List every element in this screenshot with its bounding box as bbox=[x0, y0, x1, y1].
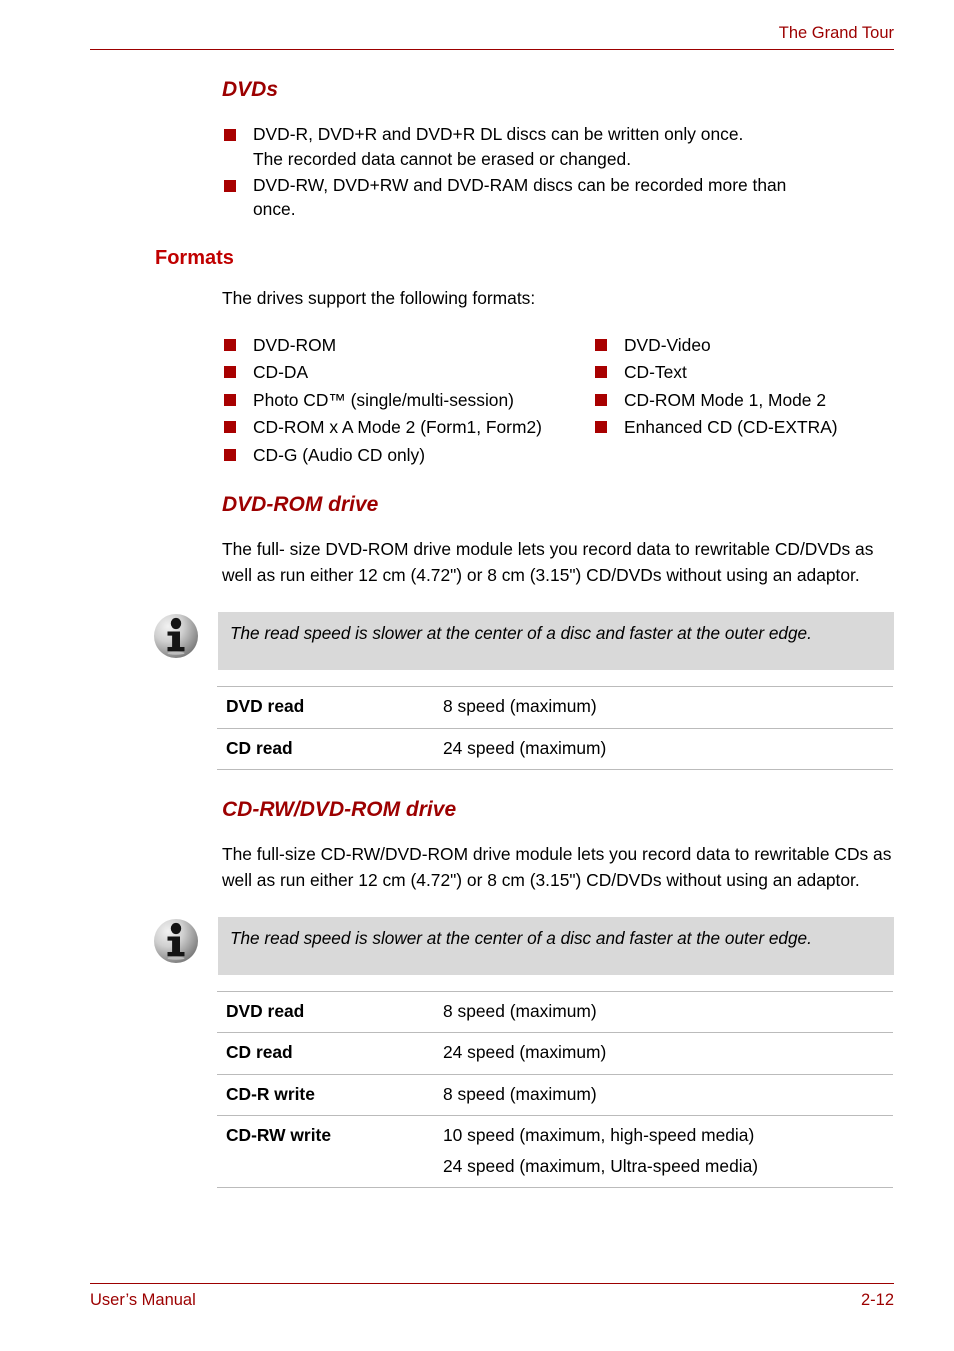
spec-label: CD read bbox=[226, 1042, 293, 1063]
list-item-label: DVD-R, DVD+R and DVD+R DL discs can be w… bbox=[253, 124, 744, 169]
spec-table-cdrw-dvd-rom: DVD read 8 speed (maximum) CD read 24 sp… bbox=[217, 991, 893, 1188]
square-bullet-icon bbox=[224, 448, 236, 461]
square-bullet-icon bbox=[224, 179, 236, 192]
note-body: The read speed is slower at the center o… bbox=[218, 612, 894, 671]
spec-value: 24 speed (maximum) bbox=[434, 1033, 893, 1074]
spec-label: CD read bbox=[226, 737, 293, 758]
spec-label: DVD read bbox=[226, 1001, 305, 1022]
note-text: The read speed is slower at the center o… bbox=[230, 623, 812, 644]
format-item: CD-DA bbox=[224, 359, 595, 385]
header-divider bbox=[90, 48, 894, 50]
spec-value: 8 speed (maximum) bbox=[434, 687, 893, 728]
table-row: DVD read 8 speed (maximum) bbox=[217, 686, 893, 729]
formats-intro-text: The drives support the following formats… bbox=[222, 287, 536, 308]
spec-value-line: 24 speed (maximum) bbox=[443, 737, 607, 758]
section-heading-formats: Formats bbox=[155, 246, 234, 269]
table-row: Photo CD™ (single/multi-session) CD-ROM … bbox=[224, 387, 904, 415]
format-item: CD-ROM Mode 1, Mode 2 bbox=[595, 387, 904, 413]
format-item: Photo CD™ (single/multi-session) bbox=[224, 387, 595, 413]
format-item-label: Enhanced CD (CD-EXTRA) bbox=[624, 417, 838, 438]
spec-value-line: 8 speed (maximum) bbox=[443, 1001, 597, 1022]
note-box-cdrw-dvd-rom: The read speed is slower at the center o… bbox=[152, 917, 894, 976]
table-row: CD-DA CD-Text bbox=[224, 359, 904, 387]
info-icon bbox=[152, 612, 200, 660]
square-bullet-icon bbox=[224, 338, 236, 351]
format-item: CD-ROM x A Mode 2 (Form1, Form2) bbox=[224, 414, 595, 440]
list-item: DVD-RW, DVD+RW and DVD-RAM discs can be … bbox=[224, 173, 894, 222]
square-bullet-icon bbox=[595, 421, 607, 434]
spec-value: 24 speed (maximum) bbox=[434, 728, 893, 769]
table-row: CD read 24 speed (maximum) bbox=[217, 728, 893, 770]
format-item: DVD-Video bbox=[595, 332, 904, 358]
section-heading-dvd-rom-drive: DVD-ROM drive bbox=[222, 493, 379, 517]
format-item: DVD-ROM bbox=[224, 332, 595, 358]
footer-manual-label: User’s Manual bbox=[90, 1291, 196, 1309]
page-header: The Grand Tour bbox=[90, 24, 894, 50]
square-bullet-icon bbox=[224, 129, 236, 142]
note-body: The read speed is slower at the center o… bbox=[218, 917, 894, 976]
info-icon bbox=[152, 917, 200, 965]
table-row: CD-ROM x A Mode 2 (Form1, Form2) Enhance… bbox=[224, 414, 904, 442]
format-item-label: Photo CD™ (single/multi-session) bbox=[253, 389, 514, 410]
spec-value-line: 24 speed (maximum, Ultra-speed media) bbox=[443, 1156, 759, 1177]
format-item: CD-G (Audio CD only) bbox=[224, 442, 595, 468]
square-bullet-icon bbox=[224, 366, 236, 379]
list-item-label: DVD-RW, DVD+RW and DVD-RAM discs can be … bbox=[253, 174, 787, 220]
format-item: Enhanced CD (CD-EXTRA) bbox=[595, 414, 904, 440]
format-item-label: CD-DA bbox=[253, 362, 309, 383]
square-bullet-icon bbox=[224, 421, 236, 434]
format-item-label: CD-Text bbox=[624, 362, 687, 383]
dvd-rom-drive-paragraph: The full- size DVD-ROM drive module lets… bbox=[222, 539, 874, 585]
format-item-label: CD-G (Audio CD only) bbox=[253, 444, 426, 465]
format-item-label: CD-ROM x A Mode 2 (Form1, Form2) bbox=[253, 417, 542, 438]
spec-value-line: 8 speed (maximum) bbox=[443, 696, 597, 717]
note-box-dvd-rom: The read speed is slower at the center o… bbox=[152, 612, 894, 671]
table-row: CD read 24 speed (maximum) bbox=[217, 1033, 893, 1075]
table-row: CD-R write 8 speed (maximum) bbox=[217, 1074, 893, 1116]
spec-value: 8 speed (maximum) bbox=[434, 1074, 893, 1115]
spec-label: CD-RW write bbox=[226, 1124, 331, 1145]
dvds-bullet-list: DVD-R, DVD+R and DVD+R DL discs can be w… bbox=[224, 122, 894, 222]
spec-value: 10 speed (maximum, high-speed media) 24 … bbox=[434, 1115, 893, 1187]
square-bullet-icon bbox=[595, 393, 607, 406]
cdrw-dvd-rom-drive-paragraph: The full-size CD-RW/DVD-ROM drive module… bbox=[222, 843, 892, 890]
spec-label: DVD read bbox=[226, 696, 305, 717]
square-bullet-icon bbox=[595, 366, 607, 379]
square-bullet-icon bbox=[224, 393, 236, 406]
spec-table-dvd-rom: DVD read 8 speed (maximum) CD read 24 sp… bbox=[217, 686, 893, 770]
spec-value-line: 24 speed (maximum) bbox=[443, 1042, 607, 1063]
format-item-label: DVD-ROM bbox=[253, 334, 337, 355]
list-item: DVD-R, DVD+R and DVD+R DL discs can be w… bbox=[224, 122, 894, 171]
spec-value: 8 speed (maximum) bbox=[434, 992, 893, 1033]
format-item-label: DVD-Video bbox=[624, 334, 711, 355]
format-item: CD-Text bbox=[595, 359, 904, 385]
page-content: DVDs DVD-R, DVD+R and DVD+R DL discs can… bbox=[0, 78, 954, 1188]
table-row: CD-RW write 10 speed (maximum, high-spee… bbox=[217, 1115, 893, 1188]
page-footer: User’s Manual 2-12 bbox=[90, 1283, 894, 1310]
section-heading-cdrw-dvd-rom-drive: CD-RW/DVD-ROM drive bbox=[222, 797, 457, 821]
header-title: The Grand Tour bbox=[778, 24, 894, 42]
table-row: CD-G (Audio CD only) bbox=[224, 442, 904, 470]
table-row: DVD-ROM DVD-Video bbox=[224, 332, 904, 360]
format-item-label: CD-ROM Mode 1, Mode 2 bbox=[624, 389, 826, 410]
note-text: The read speed is slower at the center o… bbox=[230, 928, 812, 949]
footer-page-number: 2-12 bbox=[860, 1291, 894, 1309]
spec-value-line: 10 speed (maximum, high-speed media) bbox=[443, 1124, 755, 1145]
spec-label: CD-R write bbox=[226, 1083, 315, 1104]
section-heading-dvds: DVDs bbox=[222, 78, 279, 101]
table-row: DVD read 8 speed (maximum) bbox=[217, 991, 893, 1033]
square-bullet-icon bbox=[595, 338, 607, 351]
spec-value-line: 8 speed (maximum) bbox=[443, 1083, 597, 1104]
formats-list: DVD-ROM DVD-Video CD-DA CD-Text Photo CD… bbox=[224, 332, 904, 470]
manual-page: The Grand Tour DVDs DVD-R, DVD+R and DVD… bbox=[0, 0, 954, 1351]
